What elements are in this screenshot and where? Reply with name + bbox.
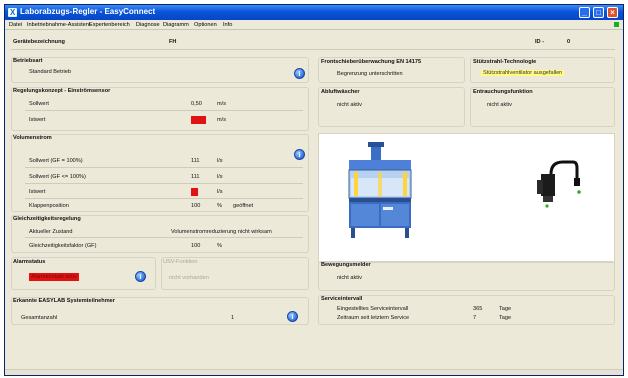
vol-ist-label: Istwert: [29, 189, 46, 195]
gf-value: 100: [191, 243, 201, 249]
device-id-value: 0: [567, 39, 571, 45]
klappe-value: 100: [191, 203, 201, 209]
abluft-title: Abluftwäscher: [321, 89, 360, 95]
frontschieber-value: Begrenzung unterschritten: [337, 71, 403, 77]
regelung-ist-value: 0,00: [191, 116, 206, 124]
menu-inbetriebnahme[interactable]: Inbetriebnahme-Assistent: [27, 22, 90, 28]
menu-diagramm[interactable]: Diagramm: [163, 22, 189, 28]
service-title: Serviceintervall: [321, 296, 363, 302]
vol-soll100-value: 111: [191, 158, 200, 164]
usv-value: nicht vorhanden: [169, 275, 209, 281]
vol-soll100-unit: l/s: [217, 158, 223, 164]
klappe-unit: %: [217, 203, 222, 209]
alarm-info-icon[interactable]: i: [135, 271, 146, 282]
vol-ist-unit: l/s: [217, 189, 223, 195]
volumenstrom-panel: [11, 134, 309, 212]
menu-optionen[interactable]: Optionen: [194, 22, 217, 28]
regelung-title: Regelungskonzept - Einströmsensor: [13, 88, 111, 94]
service-interval-label: Eingestelltes Serviceintervall: [337, 306, 409, 312]
volumenstrom-info-icon[interactable]: i: [294, 149, 305, 160]
device-id-label: ID -: [535, 39, 545, 45]
alarm-title: Alarmstatus: [13, 259, 46, 265]
bewegung-title: Bewegungsmelder: [321, 262, 371, 268]
device-label: Gerätebezeichnung: [13, 39, 65, 45]
service-interval-unit: Tage: [499, 306, 512, 312]
regelung-soll-unit: m/s: [217, 101, 227, 107]
device-illustration-panel: [318, 133, 615, 263]
betriebsart-info-icon[interactable]: i: [294, 68, 305, 79]
regelung-ist-label: Istwert: [29, 117, 46, 123]
menu-bar: Datei Inbetriebnahme-Assistent Expertenb…: [5, 20, 623, 30]
title-bar[interactable]: Laborabzugs-Regler - EasyConnect _ □ ×: [5, 5, 623, 20]
vol-soll100-label: Sollwert (GF = 100%): [29, 158, 83, 164]
row-divider: [25, 237, 303, 238]
gleich-zustand-value: Volumenstromreduzierung nicht wirksam: [171, 229, 272, 235]
klappe-state: geöffnet: [233, 203, 254, 209]
service-elapsed-unit: Tage: [499, 315, 512, 321]
row-divider: [25, 198, 303, 199]
service-interval-value: 365: [473, 306, 483, 312]
vol-sollgf-value: 111: [191, 174, 200, 180]
menu-datei[interactable]: Datei: [9, 22, 22, 28]
bewegung-value: nicht aktiv: [337, 275, 362, 281]
gf-unit: %: [217, 243, 222, 249]
vol-sollgf-label: Sollwert (GF <= 100%): [29, 174, 86, 180]
entrauchung-value: nicht aktiv: [487, 102, 512, 108]
close-button[interactable]: ×: [607, 7, 618, 18]
service-elapsed-value: 7: [473, 315, 477, 321]
entrauchung-title: Entrauchungsfunktion: [473, 89, 533, 95]
vol-sollgf-unit: l/s: [217, 174, 223, 180]
regelung-soll-label: Sollwert: [29, 101, 49, 107]
status-bar: [5, 369, 623, 375]
regelung-ist-unit: m/s: [217, 117, 227, 123]
easylab-count-label: Gesamtanzahl: [21, 315, 58, 321]
gleich-zustand-label: Aktueller Zustand: [29, 229, 73, 235]
minimize-button[interactable]: _: [579, 7, 590, 18]
stuetzstrahl-title: Stützstrahl-Technologie: [473, 59, 537, 65]
menu-diagnose[interactable]: Diagnose: [136, 22, 160, 28]
frontschieber-title: Frontschieberüberwachung EN 14175: [321, 59, 422, 65]
abluft-value: nicht aktiv: [337, 102, 362, 108]
maximize-button[interactable]: □: [593, 7, 604, 18]
device-name: FH: [169, 39, 177, 45]
service-elapsed-label: Zeitraum seit letztem Service: [337, 315, 410, 321]
gf-label: Gleichzeitigkeitsfaktor (GF): [29, 243, 97, 249]
easylab-info-icon[interactable]: i: [287, 311, 298, 322]
row-divider: [25, 183, 303, 184]
usv-title: USV-Funktion: [163, 259, 198, 265]
klappe-label: Klappenposition: [29, 203, 69, 209]
fume-hood-illustration: [348, 142, 581, 238]
app-window: Laborabzugs-Regler - EasyConnect _ □ × D…: [4, 4, 624, 376]
app-logo-icon: [8, 8, 17, 17]
stuetzstrahl-value: Stützstrahlventilator ausgefallen: [481, 70, 565, 76]
row-divider: [25, 110, 303, 111]
connection-status-indicator: [614, 22, 619, 27]
easylab-title: Erkannte EASYLAB Systemteilnehmer: [13, 298, 115, 304]
betriebsart-title: Betriebsart: [13, 58, 43, 64]
gleich-title: Gleichzeitigkeitsregelung: [13, 216, 81, 222]
header-divider: [11, 49, 615, 50]
regelung-soll-value: 0,50: [191, 101, 202, 107]
menu-info[interactable]: Info: [223, 22, 232, 28]
main-content: Gerätebezeichnung FH ID - 0 Betriebsart …: [11, 35, 617, 371]
menu-expertenbereich[interactable]: Expertenbereich: [89, 22, 130, 28]
volumenstrom-title: Volumenstrom: [13, 135, 52, 141]
window-title: Laborabzugs-Regler - EasyConnect: [20, 7, 156, 16]
alarm-status-value: Alarmkontakt aktiv: [29, 273, 79, 281]
easylab-count-value: 1: [231, 315, 235, 321]
vol-ist-value: 0: [191, 188, 199, 196]
row-divider: [25, 167, 303, 168]
betriebsart-value: Standard Betrieb: [29, 69, 71, 75]
